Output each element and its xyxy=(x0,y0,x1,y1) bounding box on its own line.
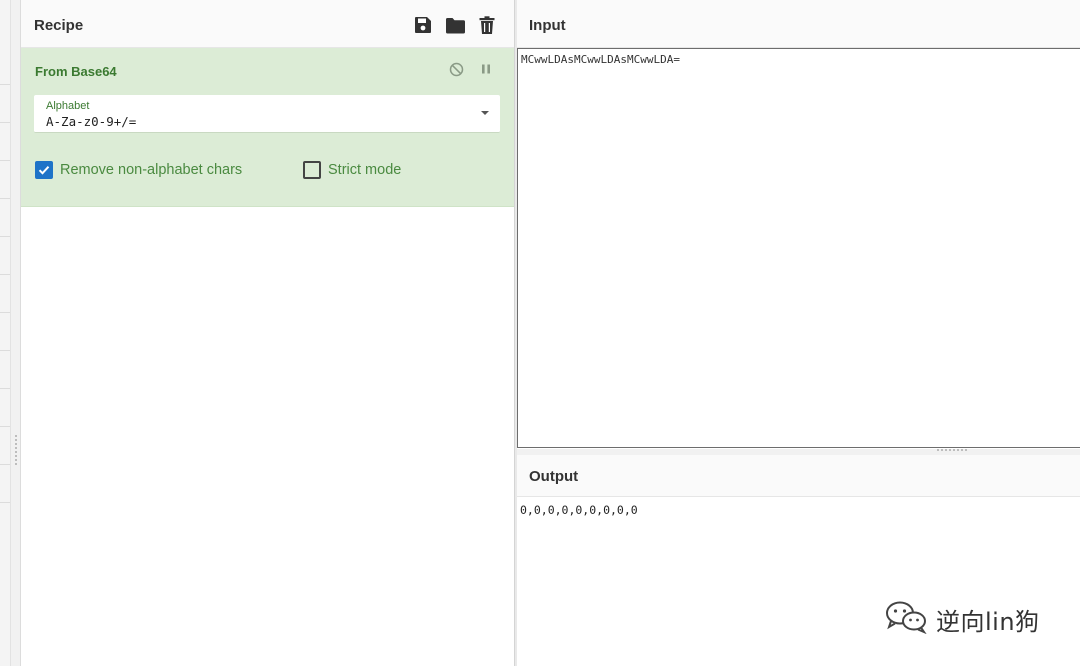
pause-icon[interactable] xyxy=(478,61,494,77)
strict-mode-label: Strict mode xyxy=(328,162,402,178)
folder-icon[interactable] xyxy=(444,14,466,36)
recipe-title: Recipe xyxy=(34,17,84,34)
watermark: 逆向lin狗 xyxy=(884,600,1040,639)
alphabet-label: Alphabet xyxy=(46,100,90,112)
wechat-icon xyxy=(884,600,928,639)
trash-icon[interactable] xyxy=(476,14,498,36)
operation-title: From Base64 xyxy=(35,64,117,79)
operation-from-base64[interactable]: From Base64 Alphabet A-Za-z0-9+/= Remove… xyxy=(21,48,514,207)
vertical-resize-gutter[interactable] xyxy=(11,0,21,666)
remove-non-alphabet-label: Remove non-alphabet chars xyxy=(60,162,243,178)
recipe-header: Recipe xyxy=(21,0,514,48)
recipe-panel: Recipe From Base64 Alphabet A-Za-z0-9+/=… xyxy=(21,0,514,666)
watermark-text: 逆向lin狗 xyxy=(936,608,1040,636)
output-text: 0,0,0,0,0,0,0,0,0 xyxy=(520,503,638,517)
input-textarea[interactable]: MCwwLDAsMCwwLDAsMCwwLDA= xyxy=(517,48,1080,448)
checkbox-unchecked-icon[interactable] xyxy=(303,161,321,179)
output-header: Output xyxy=(517,455,1080,497)
strict-mode-checkbox[interactable]: Strict mode xyxy=(303,161,401,179)
input-panel: Input MCwwLDAsMCwwLDAsMCwwLDA= xyxy=(517,0,1080,449)
operations-edge xyxy=(0,0,11,666)
remove-non-alphabet-checkbox[interactable]: Remove non-alphabet chars xyxy=(35,161,242,179)
input-header: Input xyxy=(517,0,1080,48)
input-title: Input xyxy=(529,17,566,34)
input-text: MCwwLDAsMCwwLDAsMCwwLDA= xyxy=(521,53,680,66)
chevron-down-icon[interactable] xyxy=(481,111,489,115)
alphabet-value: A-Za-z0-9+/= xyxy=(46,114,137,129)
alphabet-select[interactable]: Alphabet A-Za-z0-9+/= xyxy=(34,95,500,133)
disable-icon[interactable] xyxy=(448,61,464,77)
save-icon[interactable] xyxy=(412,14,434,36)
checkbox-checked-icon[interactable] xyxy=(35,161,53,179)
output-title: Output xyxy=(529,468,579,485)
